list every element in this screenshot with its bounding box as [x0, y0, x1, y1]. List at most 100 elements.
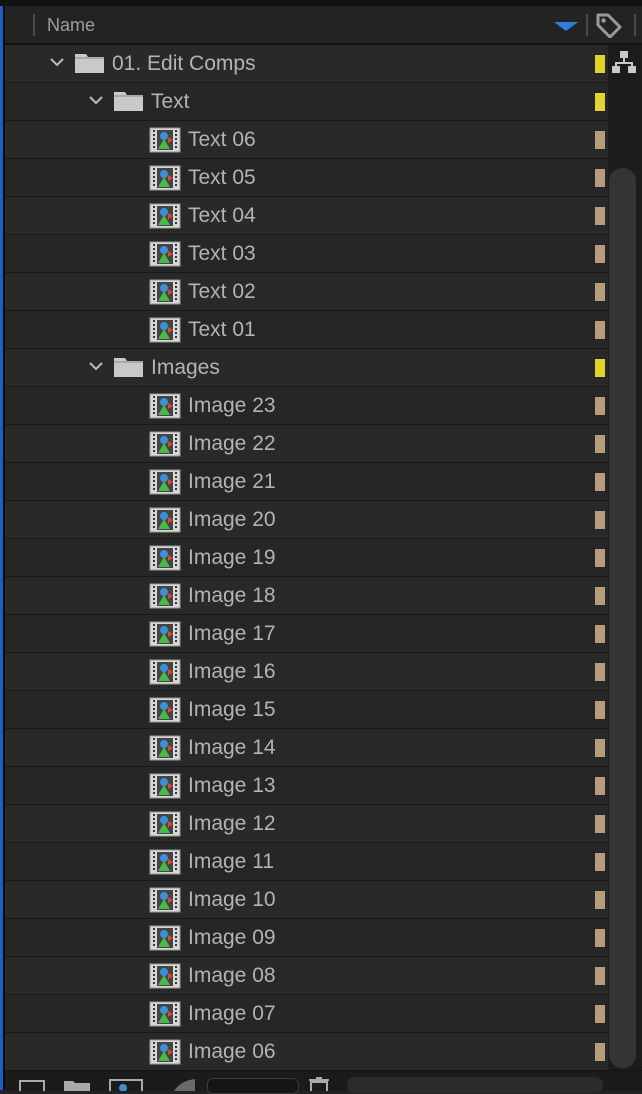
composition-name: Image 06 — [188, 1040, 276, 1063]
composition-row[interactable]: Image 13 — [5, 767, 608, 805]
sort-descending-icon[interactable] — [554, 22, 578, 31]
composition-icon — [149, 849, 181, 875]
label-color-swatch[interactable] — [595, 967, 605, 985]
composition-icon — [149, 735, 181, 761]
composition-row[interactable]: Image 15 — [5, 691, 608, 729]
label-color-swatch[interactable] — [595, 473, 605, 491]
label-color-swatch[interactable] — [595, 55, 605, 73]
chevron-down-icon[interactable] — [88, 358, 104, 374]
label-color-swatch[interactable] — [595, 1005, 605, 1023]
column-separator[interactable] — [33, 14, 35, 36]
composition-name: Image 18 — [188, 584, 276, 607]
composition-row[interactable]: Image 07 — [5, 995, 608, 1033]
composition-icon — [149, 469, 181, 495]
composition-row[interactable]: Image 17 — [5, 615, 608, 653]
composition-row[interactable]: Image 12 — [5, 805, 608, 843]
column-separator[interactable] — [634, 14, 636, 36]
folder-row[interactable]: Images — [5, 349, 608, 387]
composition-row[interactable]: Text 05 — [5, 159, 608, 197]
label-color-swatch[interactable] — [595, 359, 605, 377]
trash-icon[interactable] — [307, 1077, 331, 1091]
label-color-swatch[interactable] — [595, 853, 605, 871]
composition-name: Image 15 — [188, 698, 276, 721]
composition-row[interactable]: Image 19 — [5, 539, 608, 577]
composition-icon — [149, 1001, 181, 1027]
composition-row[interactable]: Image 14 — [5, 729, 608, 767]
column-separator[interactable] — [586, 14, 588, 36]
chevron-down-icon[interactable] — [49, 54, 65, 70]
flowchart-icon[interactable] — [612, 50, 636, 74]
composition-row[interactable]: Image 11 — [5, 843, 608, 881]
label-color-swatch[interactable] — [595, 777, 605, 795]
composition-name: Text 05 — [188, 166, 256, 189]
label-color-swatch[interactable] — [595, 397, 605, 415]
project-panel: Name 01. Edit Comps Text Text 06 Text 05 Tex… — [0, 0, 642, 1094]
interpret-footage-icon[interactable] — [19, 1079, 45, 1091]
label-color-swatch[interactable] — [595, 625, 605, 643]
composition-name: Image 22 — [188, 432, 276, 455]
label-color-swatch[interactable] — [595, 815, 605, 833]
composition-row[interactable]: Image 20 — [5, 501, 608, 539]
composition-icon — [149, 545, 181, 571]
composition-icon — [149, 241, 181, 267]
label-color-swatch[interactable] — [595, 131, 605, 149]
composition-row[interactable]: Text 02 — [5, 273, 608, 311]
horizontal-scrollbar[interactable] — [347, 1077, 603, 1093]
label-color-swatch[interactable] — [595, 93, 605, 111]
new-folder-icon[interactable] — [63, 1079, 91, 1091]
label-color-swatch[interactable] — [595, 663, 605, 681]
composition-row[interactable]: Image 10 — [5, 881, 608, 919]
name-column-header[interactable]: Name — [47, 15, 95, 36]
new-composition-icon[interactable] — [109, 1079, 143, 1091]
composition-row[interactable]: Image 09 — [5, 919, 608, 957]
label-color-swatch[interactable] — [595, 587, 605, 605]
label-color-swatch[interactable] — [595, 435, 605, 453]
composition-name: Image 07 — [188, 1002, 276, 1025]
label-color-swatch[interactable] — [595, 701, 605, 719]
composition-row[interactable]: Text 03 — [5, 235, 608, 273]
label-color-swatch[interactable] — [595, 169, 605, 187]
color-depth-icon[interactable] — [169, 1079, 197, 1091]
composition-name: Image 17 — [188, 622, 276, 645]
composition-icon — [149, 773, 181, 799]
label-color-swatch[interactable] — [595, 321, 605, 339]
label-color-swatch[interactable] — [595, 891, 605, 909]
composition-row[interactable]: Image 18 — [5, 577, 608, 615]
bit-depth-field[interactable] — [207, 1078, 299, 1094]
label-color-swatch[interactable] — [595, 1043, 605, 1061]
composition-row[interactable]: Image 23 — [5, 387, 608, 425]
composition-row[interactable]: Image 22 — [5, 425, 608, 463]
composition-name: Image 10 — [188, 888, 276, 911]
label-color-swatch[interactable] — [595, 245, 605, 263]
project-panel-footer — [5, 1070, 642, 1094]
folder-icon — [114, 92, 143, 111]
project-items-list: 01. Edit Comps Text Text 06 Text 05 Text 04 T… — [5, 45, 608, 1070]
composition-row[interactable]: Image 16 — [5, 653, 608, 691]
composition-icon — [149, 811, 181, 837]
scrollbar-thumb[interactable] — [609, 168, 636, 1068]
composition-row[interactable]: Image 08 — [5, 957, 608, 995]
label-color-swatch[interactable] — [595, 511, 605, 529]
composition-row[interactable]: Image 06 — [5, 1033, 608, 1070]
label-color-swatch[interactable] — [595, 283, 605, 301]
composition-icon — [149, 1039, 181, 1065]
composition-name: Image 19 — [188, 546, 276, 569]
composition-icon — [149, 393, 181, 419]
composition-row[interactable]: Image 21 — [5, 463, 608, 501]
folder-row[interactable]: 01. Edit Comps — [5, 45, 608, 83]
composition-icon — [149, 621, 181, 647]
label-color-swatch[interactable] — [595, 739, 605, 757]
composition-row[interactable]: Text 01 — [5, 311, 608, 349]
tag-icon[interactable] — [595, 12, 623, 38]
composition-icon — [149, 279, 181, 305]
composition-name: Text 01 — [188, 318, 256, 341]
chevron-down-icon[interactable] — [88, 92, 104, 108]
composition-row[interactable]: Text 06 — [5, 121, 608, 159]
composition-name: Image 16 — [188, 660, 276, 683]
label-color-swatch[interactable] — [595, 549, 605, 567]
composition-row[interactable]: Text 04 — [5, 197, 608, 235]
composition-name: Text 02 — [188, 280, 256, 303]
label-color-swatch[interactable] — [595, 207, 605, 225]
label-color-swatch[interactable] — [595, 929, 605, 947]
folder-row[interactable]: Text — [5, 83, 608, 121]
